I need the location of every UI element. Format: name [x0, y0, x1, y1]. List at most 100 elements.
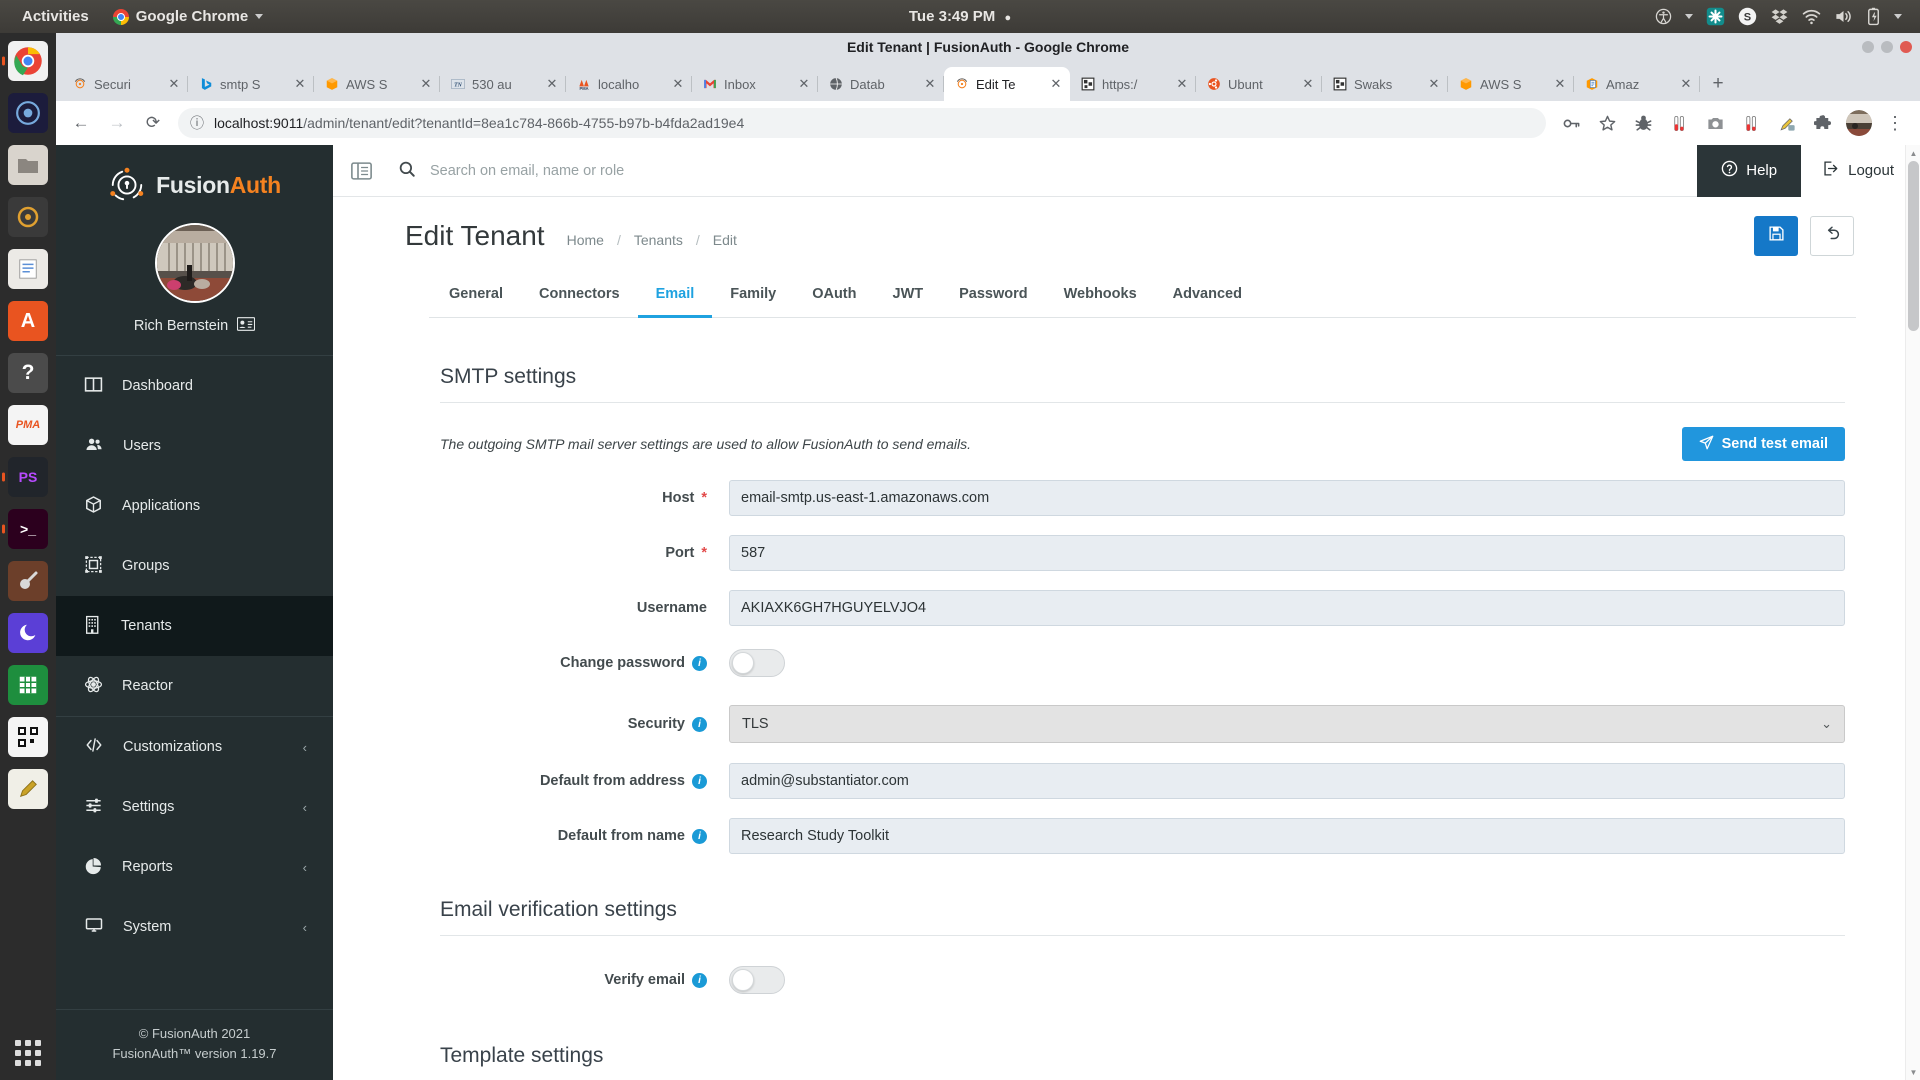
- browser-tab[interactable]: Securi ✕: [62, 67, 188, 101]
- dock-item-spreadsheet[interactable]: [8, 665, 48, 705]
- new-tab-button[interactable]: +: [1704, 70, 1732, 98]
- info-icon[interactable]: i: [692, 828, 707, 844]
- tab-close-icon[interactable]: ✕: [1048, 76, 1064, 92]
- tab-oauth[interactable]: OAuth: [794, 275, 874, 318]
- browser-tab[interactable]: Swaks ✕: [1322, 67, 1448, 101]
- tab-general[interactable]: General: [431, 275, 521, 318]
- change-password-toggle[interactable]: [729, 649, 785, 677]
- tab-close-icon[interactable]: ✕: [1552, 76, 1568, 92]
- screenshot-camera-icon[interactable]: [1698, 106, 1732, 140]
- sidebar-item-applications[interactable]: Applications: [56, 476, 333, 536]
- browser-tab[interactable]: Inbox ✕: [692, 67, 818, 101]
- save-button[interactable]: [1754, 216, 1798, 256]
- dock-item-text-editor[interactable]: [8, 249, 48, 289]
- sidebar-username[interactable]: Rich Bernstein: [56, 317, 333, 355]
- address-bar[interactable]: ⓘ localhost:9011/admin/tenant/edit?tenan…: [178, 108, 1546, 138]
- test-tube-extension-icon[interactable]: [1662, 106, 1696, 140]
- dropbox-icon[interactable]: [1770, 7, 1789, 26]
- info-icon[interactable]: i: [692, 655, 707, 671]
- tab-close-icon[interactable]: ✕: [1426, 76, 1442, 92]
- tab-close-icon[interactable]: ✕: [292, 76, 308, 92]
- security-select[interactable]: TLS ⌄: [729, 705, 1845, 743]
- puzzle-app-icon[interactable]: [1706, 7, 1725, 26]
- host-input[interactable]: email-smtp.us-east-1.amazonaws.com: [729, 480, 1845, 516]
- chrome-menu-icon[interactable]: ⋮: [1878, 106, 1912, 140]
- dock-item-chrome[interactable]: [8, 41, 48, 81]
- sidebar-item-reports[interactable]: Reports ‹: [56, 837, 333, 897]
- dock-item-notes[interactable]: [8, 769, 48, 809]
- dock-item-photos[interactable]: [8, 197, 48, 237]
- browser-tab[interactable]: Datab ✕: [818, 67, 944, 101]
- dock-item-gparted[interactable]: [8, 561, 48, 601]
- info-icon[interactable]: i: [692, 972, 707, 988]
- id-card-icon[interactable]: [237, 317, 256, 335]
- profile-avatar-icon[interactable]: [1842, 106, 1876, 140]
- port-input[interactable]: 587: [729, 535, 1845, 571]
- show-applications-button[interactable]: [15, 1040, 41, 1066]
- info-icon[interactable]: i: [692, 773, 707, 789]
- browser-tab[interactable]: AWS S ✕: [314, 67, 440, 101]
- accessibility-icon[interactable]: [1655, 8, 1672, 25]
- page-scrollbar[interactable]: ▲ ▼: [1905, 145, 1920, 1080]
- sidebar-item-system[interactable]: System ‹: [56, 897, 333, 957]
- sidebar-item-tenants[interactable]: Tenants: [56, 596, 333, 656]
- back-button[interactable]: [1810, 216, 1854, 256]
- tab-close-icon[interactable]: ✕: [1174, 76, 1190, 92]
- color-picker-icon[interactable]: [1770, 106, 1804, 140]
- tab-close-icon[interactable]: ✕: [1300, 76, 1316, 92]
- scroll-up-arrow-icon[interactable]: ▲: [1906, 145, 1920, 161]
- browser-tab-active[interactable]: Edit Te ✕: [944, 67, 1070, 101]
- dock-item-terminal[interactable]: >_: [8, 509, 48, 549]
- activities-button[interactable]: Activities: [12, 8, 99, 25]
- search-input[interactable]: Search on email, name or role: [389, 145, 1697, 197]
- dock-item-firefox-dev[interactable]: [8, 93, 48, 133]
- reload-button[interactable]: ⟳: [136, 106, 170, 140]
- sidebar-item-groups[interactable]: Groups: [56, 536, 333, 596]
- breadcrumb-edit[interactable]: Edit: [713, 232, 737, 248]
- tab-close-icon[interactable]: ✕: [1678, 76, 1694, 92]
- back-button[interactable]: ←: [64, 106, 98, 140]
- volume-icon[interactable]: [1834, 7, 1853, 26]
- bookmark-star-icon[interactable]: [1590, 106, 1624, 140]
- skype-icon[interactable]: S: [1738, 7, 1757, 26]
- dock-item-help[interactable]: ?: [8, 353, 48, 393]
- collapse-sidebar-icon[interactable]: [333, 161, 389, 180]
- avatar[interactable]: [154, 223, 235, 303]
- browser-tab[interactable]: https:/ ✕: [1070, 67, 1196, 101]
- sidebar-item-users[interactable]: Users: [56, 416, 333, 476]
- sidebar-item-settings[interactable]: Settings ‹: [56, 777, 333, 837]
- system-menu-dropdown-icon[interactable]: [1894, 14, 1902, 19]
- tab-connectors[interactable]: Connectors: [521, 275, 638, 318]
- sidebar-item-customizations[interactable]: Customizations ‹: [56, 717, 333, 777]
- verify-email-toggle[interactable]: [729, 966, 785, 994]
- dock-item-phpmyadmin[interactable]: PMA: [8, 405, 48, 445]
- scroll-down-arrow-icon[interactable]: ▼: [1906, 1064, 1920, 1080]
- logout-button[interactable]: Logout: [1801, 145, 1920, 197]
- tab-advanced[interactable]: Advanced: [1155, 275, 1260, 318]
- tab-password[interactable]: Password: [941, 275, 1046, 318]
- tray-dropdown-icon[interactable]: [1685, 14, 1693, 19]
- help-button[interactable]: Help: [1697, 145, 1802, 197]
- bug-extension-icon[interactable]: [1626, 106, 1660, 140]
- minimize-button[interactable]: [1862, 41, 1874, 53]
- tab-close-icon[interactable]: ✕: [922, 76, 938, 92]
- tab-webhooks[interactable]: Webhooks: [1046, 275, 1155, 318]
- dock-item-phpstorm[interactable]: PS: [8, 457, 48, 497]
- browser-tab[interactable]: PMA localho ✕: [566, 67, 692, 101]
- from-name-input[interactable]: Research Study Toolkit: [729, 818, 1845, 854]
- send-test-email-button[interactable]: Send test email: [1681, 427, 1845, 461]
- tab-family[interactable]: Family: [712, 275, 794, 318]
- tab-close-icon[interactable]: ✕: [166, 76, 182, 92]
- battery-icon[interactable]: [1866, 7, 1881, 26]
- forward-button[interactable]: →: [100, 106, 134, 140]
- dock-item-insomnia[interactable]: [8, 613, 48, 653]
- tab-close-icon[interactable]: ✕: [544, 76, 560, 92]
- clock[interactable]: Tue 3:49 PM ●: [0, 8, 1920, 25]
- dock-item-ubuntu-software[interactable]: A: [8, 301, 48, 341]
- sidebar-item-dashboard[interactable]: Dashboard: [56, 356, 333, 416]
- from-address-input[interactable]: admin@substantiator.com: [729, 763, 1845, 799]
- sidebar-item-reactor[interactable]: Reactor: [56, 656, 333, 716]
- close-button[interactable]: [1900, 41, 1912, 53]
- browser-tab[interactable]: AWS S ✕: [1448, 67, 1574, 101]
- app-menu-chrome[interactable]: Google Chrome: [112, 8, 264, 25]
